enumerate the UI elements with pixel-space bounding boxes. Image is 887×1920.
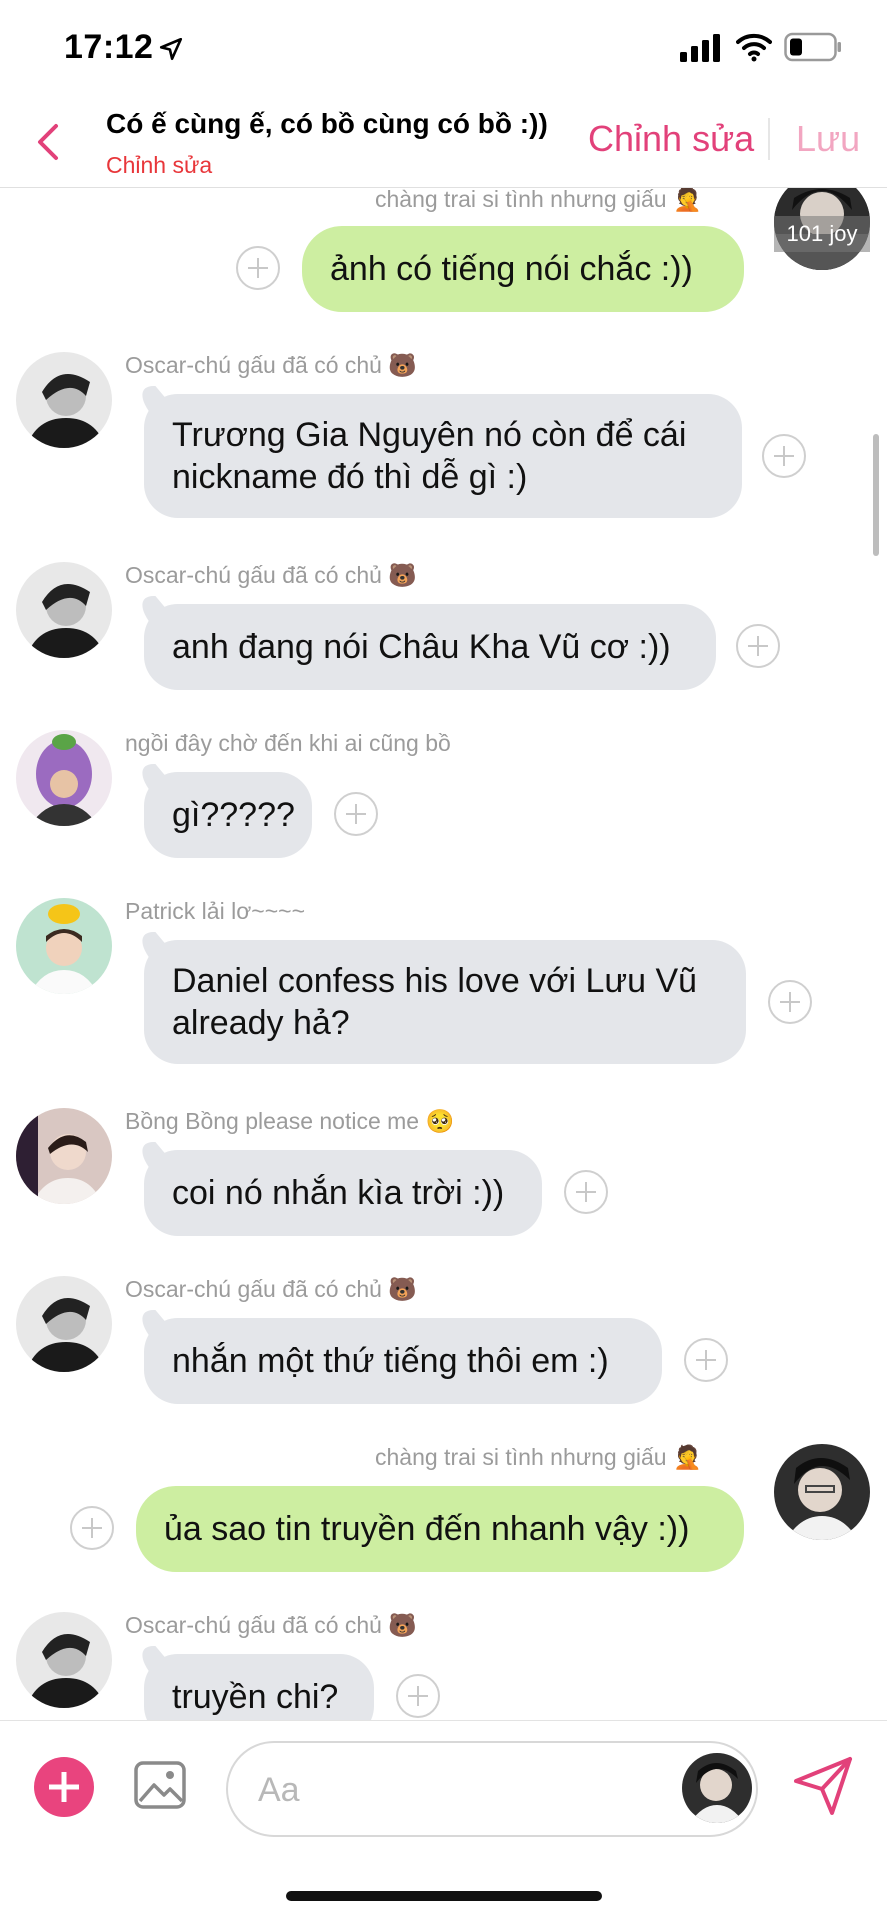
location-arrow-icon bbox=[159, 37, 183, 61]
composer-bar: Aa bbox=[0, 1720, 887, 1920]
avatar[interactable] bbox=[16, 730, 112, 826]
add-reaction-button[interactable] bbox=[768, 980, 812, 1024]
persona-avatar[interactable] bbox=[682, 1753, 752, 1823]
avatar[interactable] bbox=[16, 898, 112, 994]
save-button[interactable]: Lưu bbox=[796, 118, 860, 160]
avatar-photo bbox=[16, 730, 112, 826]
avatar[interactable] bbox=[16, 1276, 112, 1372]
battery-icon bbox=[784, 32, 841, 62]
sender-name: Oscar-chú gấu đã có chủ 🐻 bbox=[125, 562, 418, 588]
message-input[interactable]: Aa bbox=[226, 1741, 758, 1837]
message-bubble[interactable]: Trương Gia Nguyên nó còn để cái nickname… bbox=[144, 394, 742, 518]
avatar-photo bbox=[774, 1444, 870, 1540]
sender-name: Oscar-chú gấu đã có chủ 🐻 bbox=[125, 352, 418, 378]
message-bubble[interactable]: nhắn một thứ tiếng thôi em :) bbox=[144, 1318, 662, 1404]
scrollbar[interactable] bbox=[873, 434, 879, 556]
avatar[interactable] bbox=[774, 1444, 870, 1540]
sender-name: Oscar-chú gấu đã có chủ 🐻 bbox=[125, 1612, 418, 1638]
add-reaction-button[interactable] bbox=[762, 434, 806, 478]
status-bar: 17:12 bbox=[0, 0, 887, 96]
chat-title: Có ế cùng ế, có bồ cùng có bồ :)) bbox=[106, 108, 548, 139]
avatar-overlay-label: 101 joy bbox=[774, 216, 870, 252]
home-indicator bbox=[286, 1891, 602, 1901]
message-list[interactable]: chàng trai si tình nhưng giấu 🤦 101 joy … bbox=[0, 188, 887, 1720]
avatar-photo bbox=[16, 352, 112, 448]
avatar-photo bbox=[16, 1612, 112, 1708]
cellular-signal-icon bbox=[680, 34, 720, 62]
message-text-line: nickname đó thì dễ gì :) bbox=[172, 458, 528, 496]
avatar[interactable] bbox=[16, 352, 112, 448]
add-reaction-button[interactable] bbox=[684, 1338, 728, 1382]
send-icon[interactable] bbox=[792, 1755, 854, 1817]
message-text-line: already hả? bbox=[172, 1004, 350, 1042]
message-bubble[interactable]: truyền chi? bbox=[144, 1654, 374, 1720]
back-chevron-icon[interactable] bbox=[34, 122, 62, 162]
status-time: 17:12 bbox=[64, 28, 154, 66]
message-bubble[interactable]: ủa sao tin truyền đến nhanh vậy :)) bbox=[136, 1486, 744, 1572]
sender-name: Patrick lải lơ~~~~ bbox=[125, 898, 306, 924]
sender-name: chàng trai si tình nhưng giấu 🤦 bbox=[375, 188, 702, 212]
message-bubble[interactable]: coi nó nhắn kìa trời :)) bbox=[144, 1150, 542, 1236]
avatar[interactable] bbox=[16, 562, 112, 658]
sender-name: chàng trai si tình nhưng giấu 🤦 bbox=[375, 1444, 702, 1470]
edit-button[interactable]: Chỉnh sửa bbox=[588, 118, 754, 160]
message-bubble[interactable]: anh đang nói Châu Kha Vũ cơ :)) bbox=[144, 604, 716, 690]
message-bubble[interactable]: gì????? bbox=[144, 772, 312, 858]
message-bubble[interactable]: Daniel confess his love với Lưu Vũ alrea… bbox=[144, 940, 746, 1064]
message-text-line: Trương Gia Nguyên nó còn để cái bbox=[172, 416, 687, 454]
add-reaction-button[interactable] bbox=[334, 792, 378, 836]
image-gallery-icon[interactable] bbox=[132, 1757, 188, 1813]
avatar-photo bbox=[682, 1753, 752, 1823]
add-reaction-button[interactable] bbox=[236, 246, 280, 290]
avatar[interactable] bbox=[16, 1612, 112, 1708]
avatar-photo bbox=[16, 562, 112, 658]
sender-name: Oscar-chú gấu đã có chủ 🐻 bbox=[125, 1276, 418, 1302]
message-input-placeholder: Aa bbox=[258, 1771, 300, 1809]
message-text-line: Daniel confess his love với Lưu Vũ bbox=[172, 962, 698, 1000]
add-reaction-button[interactable] bbox=[396, 1674, 440, 1718]
sender-name: ngồi đây chờ đến khi ai cũng bồ bbox=[125, 730, 451, 756]
sender-name: Bồng Bồng please notice me 🥺 bbox=[125, 1108, 455, 1134]
add-reaction-button[interactable] bbox=[736, 624, 780, 668]
avatar-photo bbox=[16, 1108, 112, 1204]
add-reaction-button[interactable] bbox=[564, 1170, 608, 1214]
add-attachment-button[interactable] bbox=[34, 1757, 94, 1817]
chat-header: Có ế cùng ế, có bồ cùng có bồ :)) Chỉnh … bbox=[0, 96, 887, 188]
header-divider bbox=[768, 118, 770, 160]
add-reaction-button[interactable] bbox=[70, 1506, 114, 1550]
avatar[interactable] bbox=[16, 1108, 112, 1204]
avatar-photo bbox=[16, 898, 112, 994]
wifi-icon bbox=[736, 33, 772, 62]
chat-subtitle-edit-link[interactable]: Chỉnh sửa bbox=[106, 152, 212, 179]
message-bubble[interactable]: ảnh có tiếng nói chắc :)) bbox=[302, 226, 744, 312]
avatar-photo bbox=[16, 1276, 112, 1372]
